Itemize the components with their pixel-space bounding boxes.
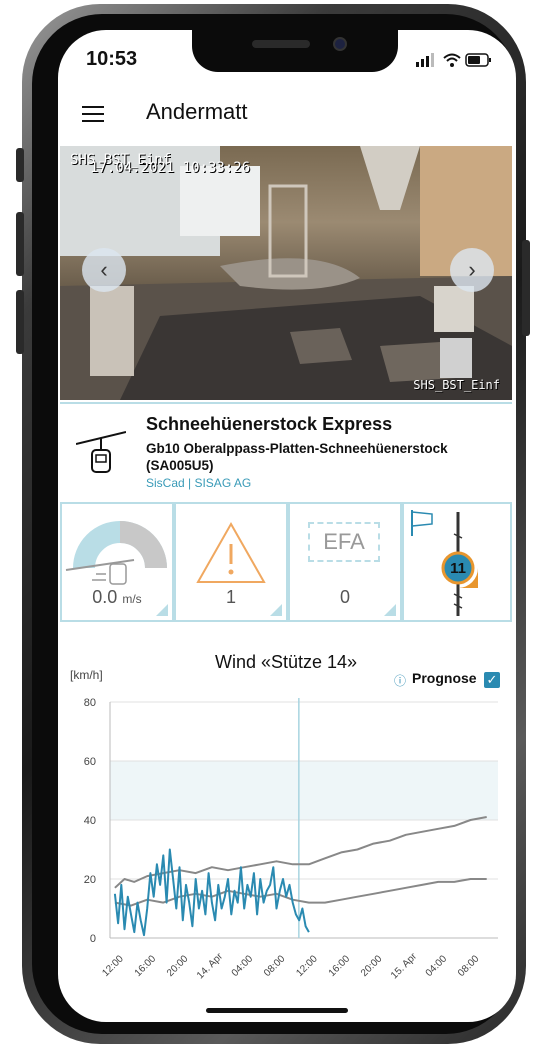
wind-chart: 02040608012:00 16:00 20:00 14. Apr 04:00 08:0… <box>84 697 498 982</box>
chart-series-line <box>114 878 487 907</box>
notch <box>192 28 398 72</box>
signal-icon <box>416 53 434 67</box>
warnings-tile[interactable]: 1 <box>174 502 288 622</box>
chart-y-tick-label: 80 <box>84 697 96 709</box>
gondola-icon <box>76 431 126 473</box>
chevron-right-icon: › <box>468 257 476 282</box>
chart-x-tick-label: 08:00 <box>262 953 288 979</box>
tile-corner <box>156 604 168 616</box>
chart-x-tick-label: 16:00 <box>327 953 353 979</box>
chart-shaded-band <box>110 761 498 820</box>
chart-y-tick-label: 60 <box>84 756 96 768</box>
info-icon[interactable]: ⓘ <box>394 672 406 689</box>
chart-x-tick-label: 08:00 <box>456 953 482 979</box>
speaker <box>252 40 310 48</box>
mute-switch <box>16 148 24 182</box>
menu-icon[interactable] <box>82 106 104 122</box>
front-camera <box>333 37 347 51</box>
tower-tile[interactable]: 11 <box>402 502 512 622</box>
efa-tile[interactable]: EFA 0 <box>288 502 402 622</box>
chart-y-tick-label: 0 <box>90 933 96 945</box>
page-title: Andermatt <box>146 99 248 124</box>
home-indicator[interactable] <box>206 1008 348 1013</box>
chart-x-tick-label: 04:00 <box>424 953 450 979</box>
tile-corner <box>384 604 396 616</box>
wind-gauge-icon <box>65 521 167 585</box>
wind-speed-tile[interactable]: 0.0 m/s <box>60 502 174 622</box>
status-tiles: 0.0 m/s 1 EFA 0 11 <box>60 502 512 624</box>
wifi-icon <box>443 53 461 67</box>
chart-x-tick-label: 12:00 <box>100 953 126 979</box>
app-header: Andermatt <box>58 88 516 140</box>
chart-x-tick-label: 16:00 <box>133 953 159 979</box>
status-time: 10:53 <box>86 48 138 70</box>
prognose-label: Prognose <box>412 670 477 686</box>
prognose-checkbox[interactable]: ✓ <box>484 672 500 688</box>
lift-info: Schneehüenerstock Express Gb10 Oberalppa… <box>60 402 512 504</box>
tile-corner <box>270 604 282 616</box>
efa-label: EFA <box>308 522 380 562</box>
tower-number: 11 <box>450 560 466 577</box>
status-icons <box>416 53 491 67</box>
chart-x-tick-label: 04:00 <box>230 953 256 979</box>
webcam-scene <box>60 146 512 400</box>
chart-unit-label: [km/h] <box>70 668 103 682</box>
power-button <box>522 240 530 336</box>
lift-name: Schneehüenerstock Express <box>146 414 393 434</box>
chart-x-tick-label: 20:00 <box>165 953 191 979</box>
volume-up-button <box>16 212 24 276</box>
chart-x-tick-label: 12:00 <box>294 953 320 979</box>
lift-description: Gb10 Oberalppass-Platten-Schneehüenersto… <box>146 441 448 473</box>
chart-x-tick-label: 20:00 <box>359 953 385 979</box>
webcam-image[interactable]: SHS_BST_Einf 17.04.2021 10:33:26 SHS_BST… <box>60 146 512 400</box>
next-camera-button[interactable]: › <box>450 248 494 292</box>
chart-y-tick-label: 20 <box>84 874 96 886</box>
battery-icon <box>465 53 491 67</box>
chevron-left-icon: ‹ <box>100 257 108 282</box>
camera-name-label-bottom: SHS_BST_Einf <box>413 378 500 392</box>
chart-x-tick-label: 15. Apr <box>389 951 420 982</box>
chart-y-tick-label: 40 <box>84 815 96 827</box>
warning-triangle-icon <box>196 521 266 583</box>
previous-camera-button[interactable]: ‹ <box>82 248 126 292</box>
volume-down-button <box>16 290 24 354</box>
camera-timestamp: 17.04.2021 10:33:26 <box>90 160 251 176</box>
lift-source-link[interactable]: SisCad | SISAG AG <box>146 476 251 490</box>
chart-x-tick-label: 14. Apr <box>195 951 226 982</box>
